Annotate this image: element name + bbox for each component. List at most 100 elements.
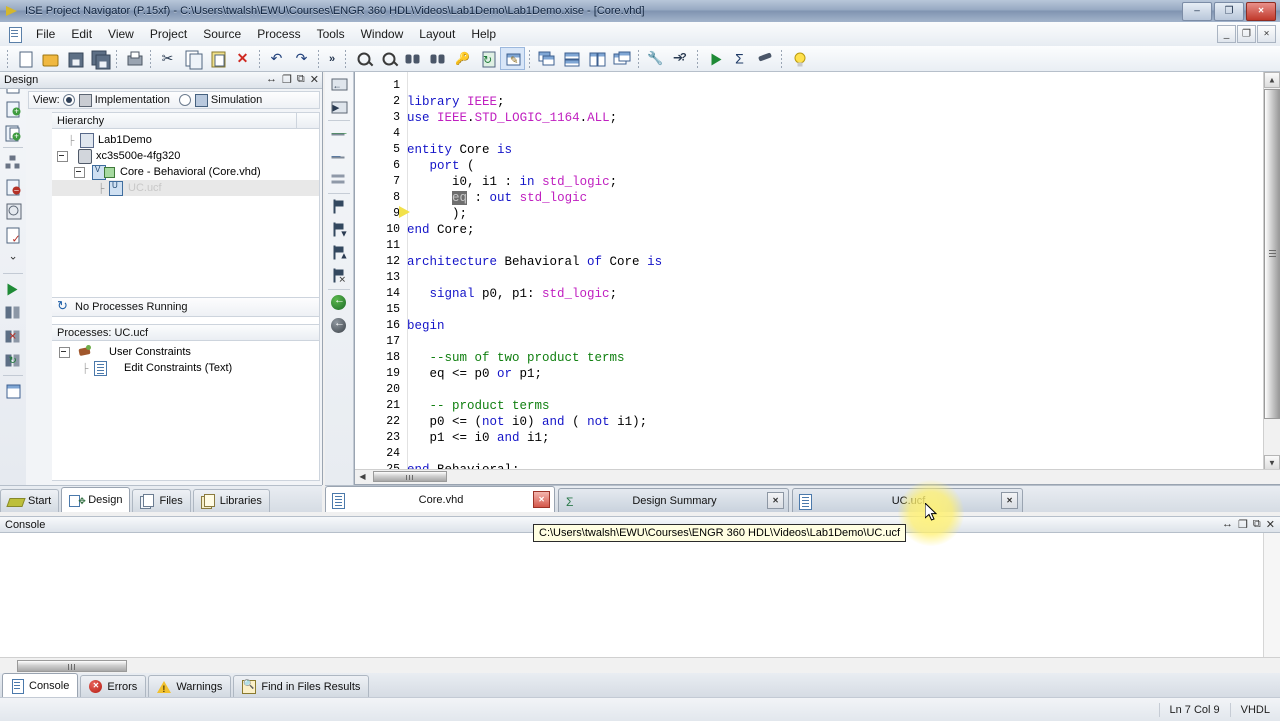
cascade-button[interactable] (534, 47, 559, 70)
file-tab-core-vhd[interactable]: Core.vhd × (325, 486, 555, 512)
code-editor[interactable]: 1 2 3 4 5 6 7 8 9 10 11 12 13 14 15 16 1… (354, 72, 1280, 485)
tree-item-core[interactable]: Core - Behavioral (Core.vhd) (52, 164, 319, 180)
menu-item-layout[interactable]: Layout (411, 24, 463, 44)
run-process-button[interactable] (1, 277, 25, 300)
outdent-button[interactable]: ← (326, 73, 352, 95)
refresh-button[interactable]: ↻ (475, 47, 500, 70)
find-next-button[interactable] (425, 47, 450, 70)
collapse-expander[interactable] (59, 346, 70, 358)
next-bookmark-button[interactable]: ▼ (326, 219, 352, 241)
process-item-edit-constraints[interactable]: ├ Edit Constraints (Text) (52, 360, 319, 376)
menu-item-source[interactable]: Source (195, 24, 249, 44)
uncomment-button[interactable]: — (326, 146, 352, 168)
menu-item-help[interactable]: Help (463, 24, 504, 44)
collapse-expander[interactable] (57, 150, 68, 162)
bottom-tab-find-in-files[interactable]: Find in Files Results (233, 675, 370, 697)
processes-tree[interactable]: User Constraints ├ Edit Constraints (Tex… (52, 341, 320, 481)
editor-vertical-scrollbar[interactable]: ▲ ▼ (1263, 72, 1280, 471)
tree-item-device[interactable]: xc3s500e-4fg320 (52, 148, 319, 164)
tip-button[interactable] (786, 47, 811, 70)
scroll-left-button[interactable]: ◀ (356, 471, 369, 482)
minimize-button[interactable]: – (1182, 1, 1212, 21)
context-help-button[interactable]: ➔? (668, 47, 693, 70)
impact-button[interactable] (752, 47, 777, 70)
clear-bookmarks-button[interactable]: ✕ (326, 265, 352, 287)
add-copy-source-button[interactable]: + (1, 121, 25, 144)
tree-item-ucf[interactable]: ├ UC.ucf (52, 180, 319, 196)
comment-block-button[interactable] (326, 169, 352, 191)
tab-libraries[interactable]: Libraries (192, 489, 270, 512)
report-button[interactable]: Σ (727, 47, 752, 70)
file-tab-design-summary[interactable]: Σ Design Summary × (558, 488, 789, 512)
mdi-minimize-button[interactable]: _ (1217, 25, 1236, 43)
implementation-label[interactable]: Implementation (95, 94, 170, 106)
bottom-tab-warnings[interactable]: Warnings (148, 675, 232, 697)
simulation-radio[interactable] (178, 94, 191, 106)
options-button[interactable]: 🔧 (643, 47, 668, 70)
design-summary-button[interactable] (1, 379, 25, 402)
source-properties-button[interactable] (1, 199, 25, 222)
back-navigation-button[interactable] (326, 292, 352, 314)
bottom-tab-console[interactable]: Console (2, 673, 79, 697)
forward-navigation-button[interactable] (326, 315, 352, 337)
cut-button[interactable]: ✂ (155, 47, 180, 70)
scroll-thumb[interactable] (1264, 89, 1280, 419)
float-icon[interactable]: ↔ (266, 73, 277, 86)
close-icon[interactable]: ✕ (310, 73, 319, 86)
tree-item-lab1demo[interactable]: ├ Lab1Demo (52, 132, 319, 148)
arrange-button[interactable] (609, 47, 634, 70)
undo-button[interactable]: ↶ (264, 47, 289, 70)
save-all-button[interactable] (87, 47, 112, 70)
save-button[interactable] (62, 47, 87, 70)
process-item-user-constraints[interactable]: User Constraints (52, 344, 319, 360)
mdi-close-button[interactable]: × (1257, 25, 1276, 43)
menu-item-view[interactable]: View (100, 24, 142, 44)
find-button[interactable] (400, 47, 425, 70)
scroll-up-button[interactable]: ▲ (1264, 72, 1280, 88)
print-button[interactable] (121, 47, 146, 70)
paste-button[interactable] (205, 47, 230, 70)
new-file-button[interactable] (12, 47, 37, 70)
close-icon[interactable]: ✕ (1266, 518, 1275, 531)
redo-button[interactable]: ↷ (289, 47, 314, 70)
tile-vertical-button[interactable] (584, 47, 609, 70)
toggle-bookmark-button[interactable] (326, 196, 352, 218)
toolbar-overflow-button[interactable]: » (323, 47, 341, 70)
dock-icon[interactable]: ⧉ (297, 73, 305, 86)
console-output-area[interactable] (0, 533, 1280, 658)
prev-bookmark-button[interactable]: ▲ (326, 242, 352, 264)
rail-more-button[interactable]: ⌄ (1, 247, 25, 270)
replace-button[interactable]: 🔑 (450, 47, 475, 70)
edit-mode-button[interactable]: ✎ (500, 47, 525, 70)
file-tab-close-button[interactable]: × (1001, 492, 1018, 509)
collapse-expander[interactable] (74, 166, 85, 178)
bottom-tab-errors[interactable]: Errors (80, 675, 147, 697)
file-tab-close-button[interactable]: × (767, 492, 784, 509)
refresh-icon[interactable] (57, 298, 70, 314)
console-horizontal-scrollbar[interactable] (0, 657, 1280, 674)
maximize-icon[interactable]: ❐ (282, 73, 292, 86)
menu-item-window[interactable]: Window (353, 24, 412, 44)
menu-item-tools[interactable]: Tools (309, 24, 353, 44)
zoom-in-button[interactable] (350, 47, 375, 70)
process-down-button[interactable] (1, 301, 25, 324)
restore-button[interactable]: ❐ (1214, 1, 1244, 21)
add-source-button[interactable]: + (1, 97, 25, 120)
code-text-area[interactable]: library IEEE; use IEEE.STD_LOGIC_1164.AL… (407, 72, 1280, 484)
process-stop-button[interactable]: ✕ (1, 325, 25, 348)
console-vertical-scrollbar[interactable] (1263, 533, 1280, 657)
hscroll-thumb[interactable] (373, 471, 447, 482)
process-rerun-button[interactable]: ↻ (1, 349, 25, 372)
tab-design[interactable]: ✥ Design (61, 487, 131, 512)
dock-icon[interactable]: ⧉ (1253, 518, 1261, 531)
menu-item-project[interactable]: Project (142, 24, 195, 44)
manage-configuration-button[interactable] (1, 151, 25, 174)
tab-files[interactable]: Files (132, 489, 191, 512)
run-button[interactable] (702, 47, 727, 70)
mdi-restore-button[interactable]: ❐ (1237, 25, 1256, 43)
float-icon[interactable]: ↔ (1222, 518, 1233, 531)
menu-item-file[interactable]: File (28, 24, 63, 44)
menu-item-process[interactable]: Process (249, 24, 308, 44)
maximize-icon[interactable]: ❐ (1238, 518, 1248, 531)
file-tab-close-button[interactable]: × (533, 491, 550, 508)
